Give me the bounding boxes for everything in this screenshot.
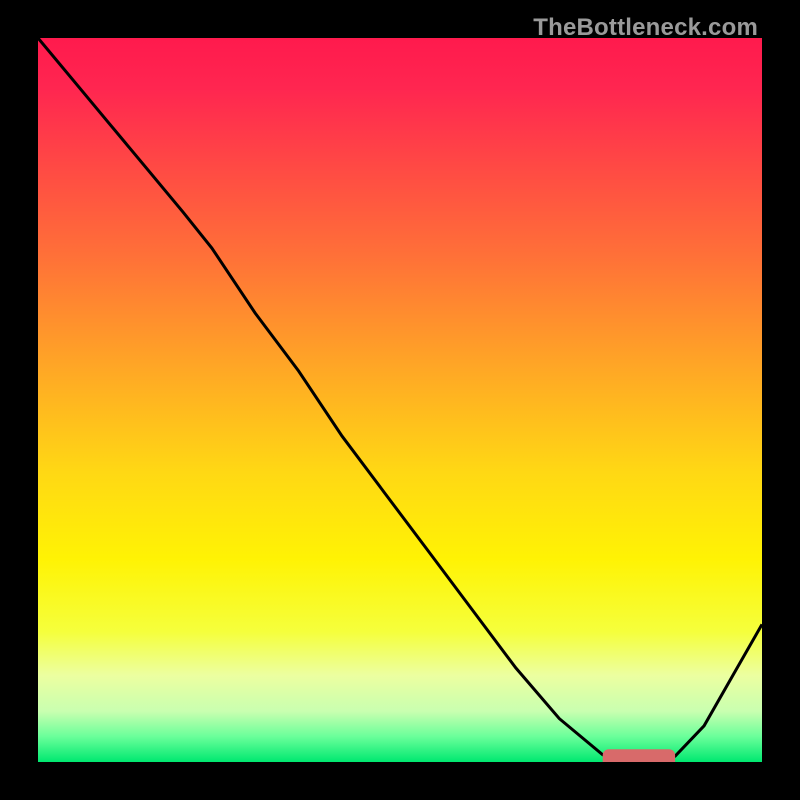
gradient-background — [38, 38, 762, 762]
plot-svg — [38, 38, 762, 762]
chart-frame: TheBottleneck.com — [0, 0, 800, 800]
optimal-range-marker — [603, 749, 675, 762]
plot-area — [38, 38, 762, 762]
